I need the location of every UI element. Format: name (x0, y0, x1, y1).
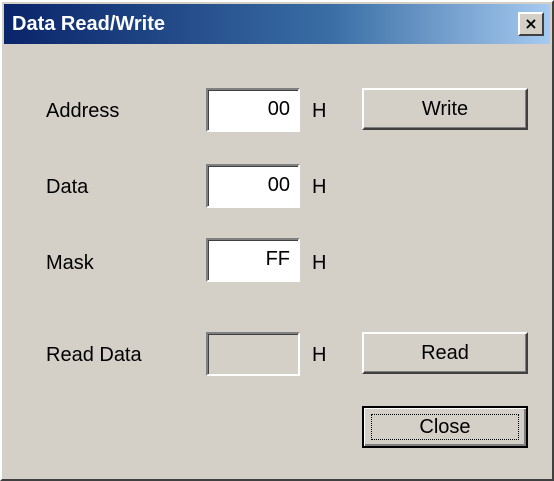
close-icon: × (524, 14, 538, 33)
write-button-label: Write (421, 97, 469, 120)
data-input[interactable]: 00 (206, 164, 300, 208)
close-button[interactable]: Close (362, 406, 528, 448)
data-label: Data (46, 176, 89, 198)
write-button[interactable]: Write (362, 88, 528, 130)
close-button-label: Close (419, 415, 471, 438)
read-button-label: Read (421, 341, 469, 364)
mask-input[interactable]: FF (206, 238, 300, 282)
read-data-output (206, 332, 300, 376)
address-input[interactable]: 00 (206, 88, 300, 132)
mask-unit: H (312, 252, 327, 274)
window-title: Data Read/Write (12, 13, 166, 35)
data-unit: H (312, 176, 327, 198)
address-unit: H (312, 100, 327, 122)
read-data-unit: H (312, 344, 327, 366)
title-bar[interactable]: Data Read/Write × (4, 4, 550, 44)
mask-label: Mask (46, 252, 94, 274)
read-button[interactable]: Read (362, 332, 528, 374)
address-label: Address (46, 100, 120, 122)
close-window-button[interactable]: × (518, 12, 544, 36)
read-data-label: Read Data (46, 344, 142, 366)
data-read-write-dialog: Data Read/Write × Address 00 H Write Dat… (0, 0, 554, 481)
